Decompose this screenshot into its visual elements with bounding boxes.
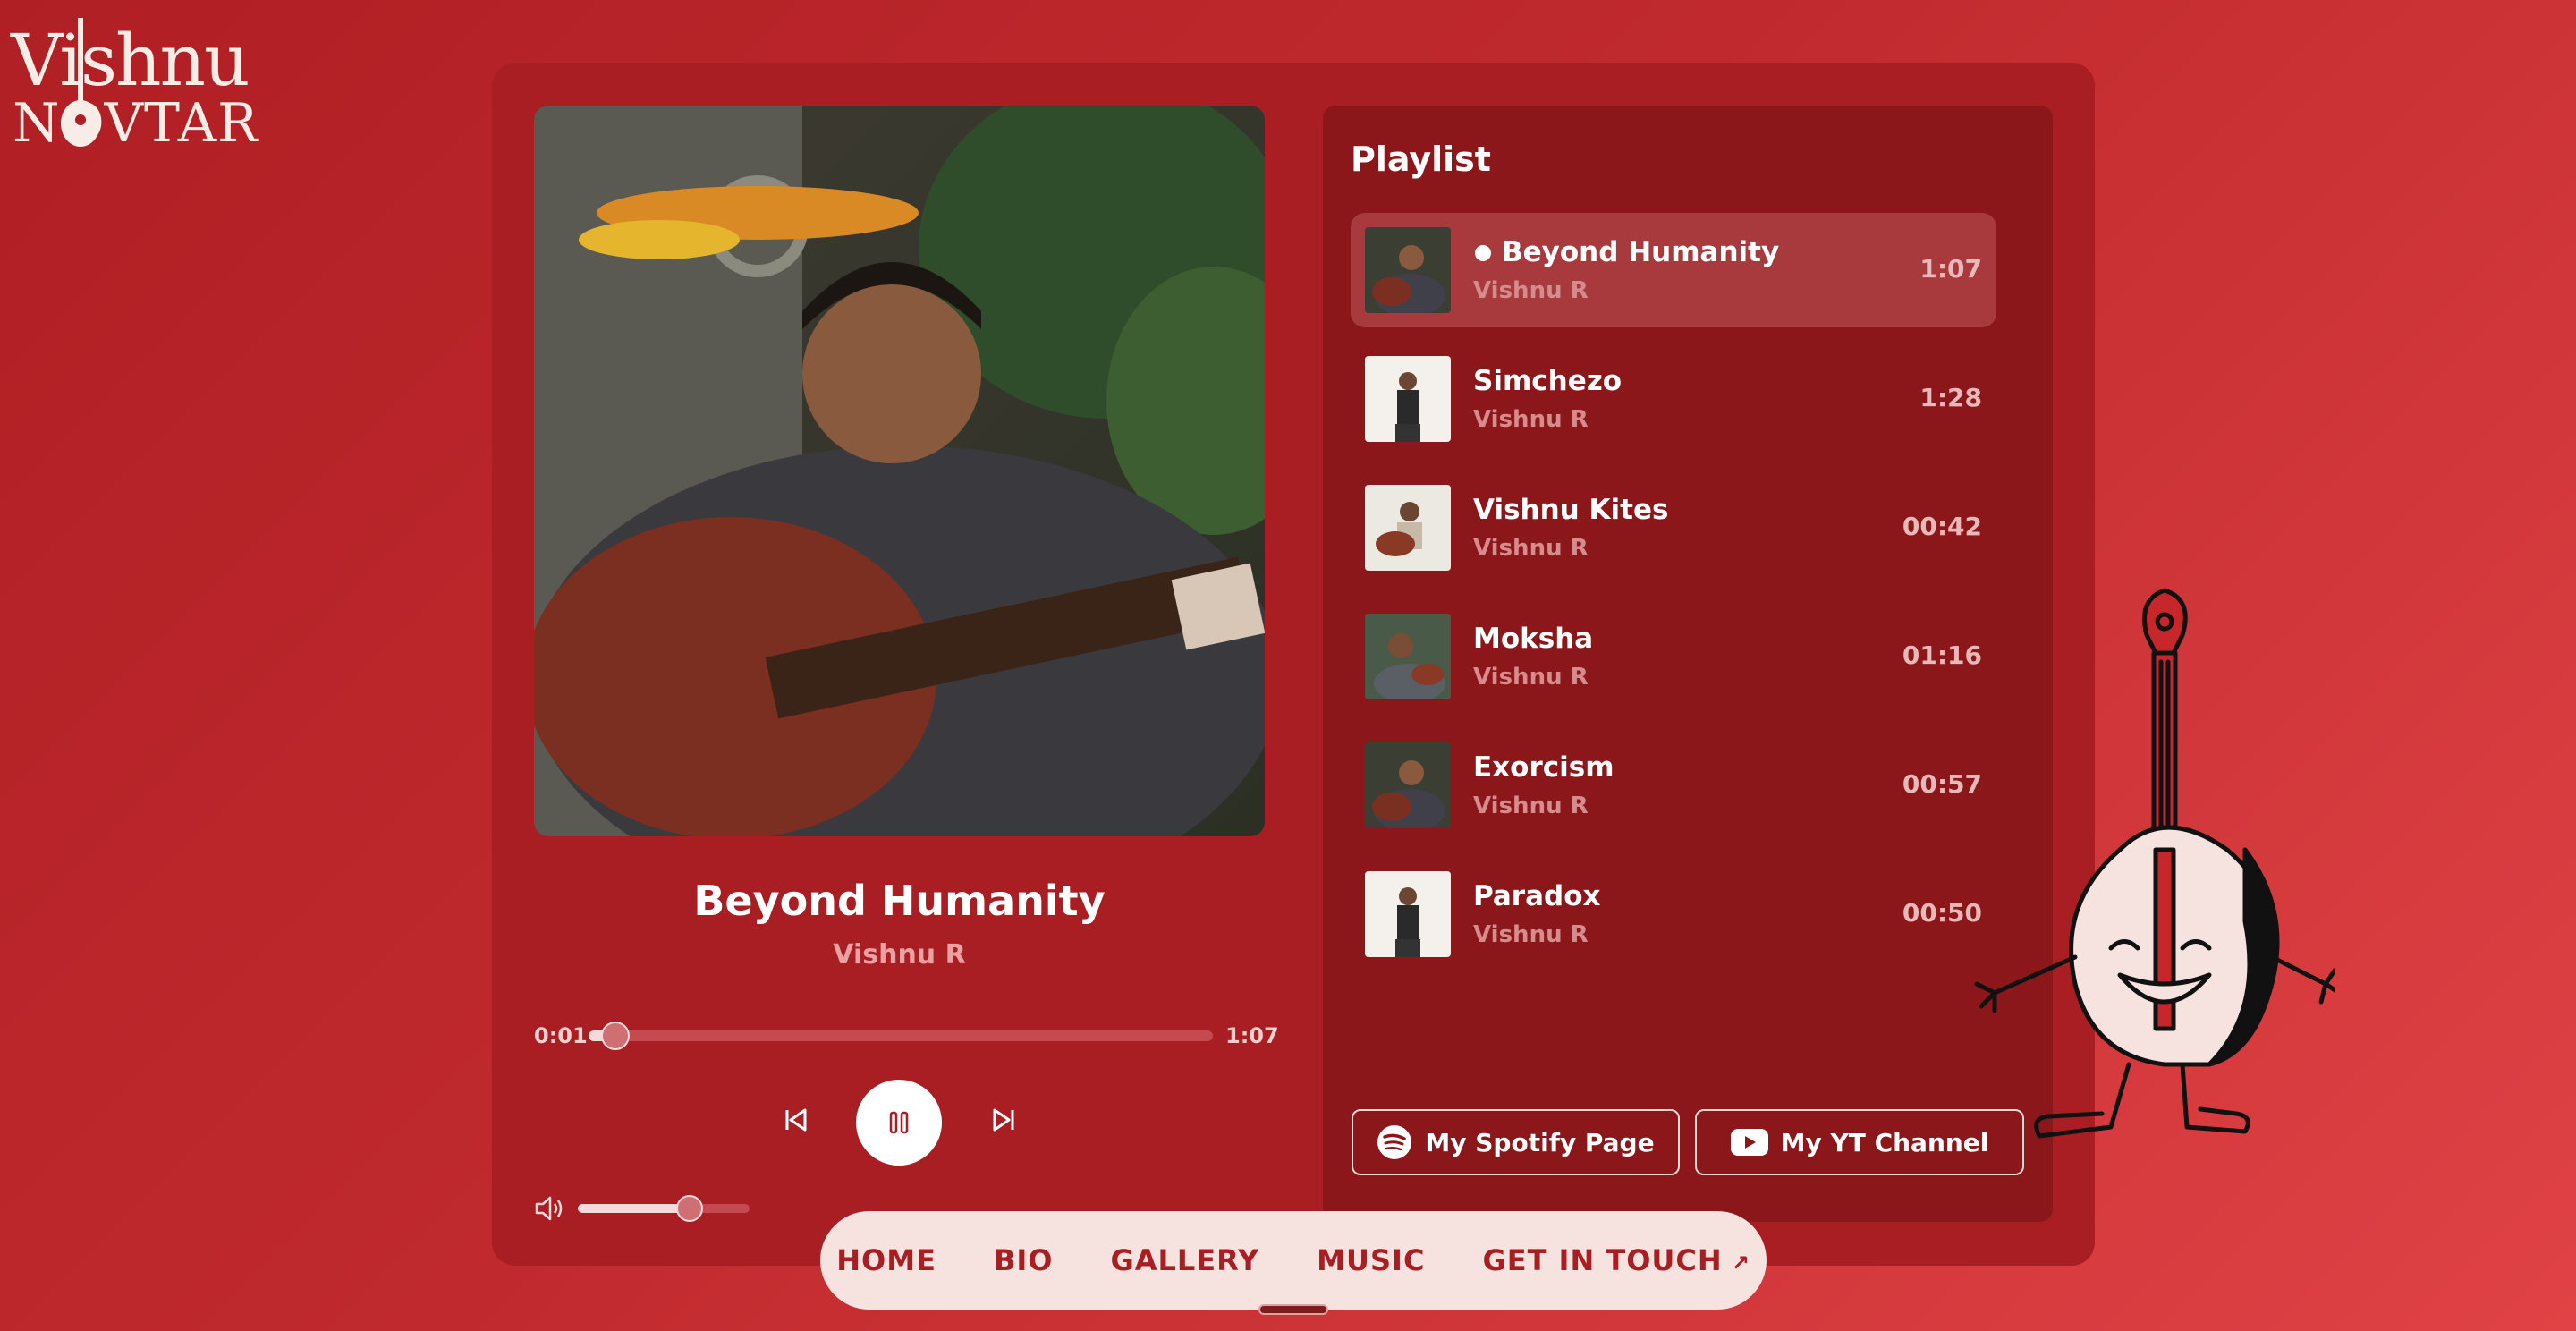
track-thumbnail <box>1365 485 1451 571</box>
track-artist: Vishnu R <box>1473 921 1589 948</box>
playlist-item[interactable]: Simchezo Vishnu R 1:28 <box>1351 342 1996 456</box>
next-button[interactable] <box>986 1102 1021 1138</box>
now-playing-indicator <box>1475 245 1491 261</box>
progress-handle[interactable] <box>600 1022 630 1050</box>
volume-icon[interactable] <box>534 1195 564 1222</box>
track-title: Beyond Humanity <box>1502 236 1780 268</box>
nav-get-in-touch-label: GET IN TOUCH <box>1482 1243 1723 1277</box>
pause-icon <box>889 1111 909 1134</box>
skip-next-icon <box>993 1108 1014 1132</box>
track-title: Vishnu Kites <box>1473 494 1669 526</box>
playlist-item[interactable]: Vishnu Kites Vishnu R 00:42 <box>1351 471 1996 585</box>
playlist-item[interactable]: Beyond Humanity Vishnu R 1:07 <box>1351 213 1996 327</box>
nav-music[interactable]: MUSIC <box>1317 1243 1425 1277</box>
track-duration: 00:42 <box>1902 512 1982 541</box>
guitar-mascot-illustration <box>1974 588 2334 1139</box>
nav-bio[interactable]: BIO <box>994 1243 1054 1277</box>
volume-handle[interactable] <box>675 1195 703 1222</box>
logo-line-2: NOVTAR <box>13 92 259 155</box>
album-art <box>534 106 1265 836</box>
track-artist: Vishnu R <box>1473 793 1589 819</box>
now-playing-artist: Vishnu R <box>833 939 966 971</box>
main-navigation: HOME BIO GALLERY MUSIC GET IN TOUCH ↗ <box>820 1211 1767 1310</box>
track-thumbnail <box>1365 356 1451 442</box>
skip-previous-icon <box>785 1108 807 1132</box>
nav-home[interactable]: HOME <box>836 1243 936 1277</box>
spotify-link-label: My Spotify Page <box>1425 1127 1655 1157</box>
spotify-icon <box>1377 1125 1412 1159</box>
track-duration: 1:07 <box>1919 254 1982 284</box>
current-time: 0:01 <box>534 1023 588 1048</box>
track-artist: Vishnu R <box>1473 277 1589 304</box>
previous-button[interactable] <box>778 1102 814 1138</box>
site-logo[interactable]: Vishnu NOVTAR <box>11 14 258 157</box>
track-thumbnail <box>1365 227 1451 313</box>
play-pause-button[interactable] <box>856 1080 942 1166</box>
track-thumbnail <box>1365 742 1451 828</box>
external-arrow-icon: ↗ <box>1731 1250 1750 1276</box>
track-artist: Vishnu R <box>1473 535 1589 562</box>
track-title: Paradox <box>1473 880 1601 912</box>
track-artist: Vishnu R <box>1473 664 1589 691</box>
spotify-link-button[interactable]: My Spotify Page <box>1352 1109 1680 1175</box>
track-title: Moksha <box>1473 623 1594 655</box>
playlist-item[interactable]: Exorcism Vishnu R 00:57 <box>1351 728 1996 843</box>
track-duration: 1:28 <box>1919 383 1982 412</box>
nav-gallery[interactable]: GALLERY <box>1110 1243 1259 1277</box>
playlist-item[interactable]: Moksha Vishnu R 01:16 <box>1351 599 1996 714</box>
volume-fill <box>578 1204 690 1213</box>
nav-get-in-touch[interactable]: GET IN TOUCH ↗ <box>1482 1243 1750 1277</box>
track-title: Exorcism <box>1473 751 1614 784</box>
playlist-item[interactable]: Paradox Vishnu R 00:50 <box>1351 857 1996 971</box>
drag-handle[interactable] <box>1258 1304 1328 1315</box>
youtube-icon <box>1730 1129 1768 1156</box>
track-thumbnail <box>1365 871 1451 957</box>
progress-bar[interactable] <box>589 1022 1213 1050</box>
track-title: Simchezo <box>1473 365 1623 397</box>
now-playing-title: Beyond Humanity <box>693 877 1106 925</box>
track-artist: Vishnu R <box>1473 406 1589 433</box>
playlist-heading: Playlist <box>1351 140 1491 179</box>
youtube-link-label: My YT Channel <box>1780 1127 1989 1157</box>
total-time: 1:07 <box>1225 1023 1279 1048</box>
volume-slider[interactable] <box>578 1195 750 1222</box>
logo-line-1: Vishnu <box>11 19 250 102</box>
track-thumbnail <box>1365 614 1451 699</box>
playlist-list: Beyond Humanity Vishnu R 1:07 Simchezo V… <box>1351 213 1996 986</box>
